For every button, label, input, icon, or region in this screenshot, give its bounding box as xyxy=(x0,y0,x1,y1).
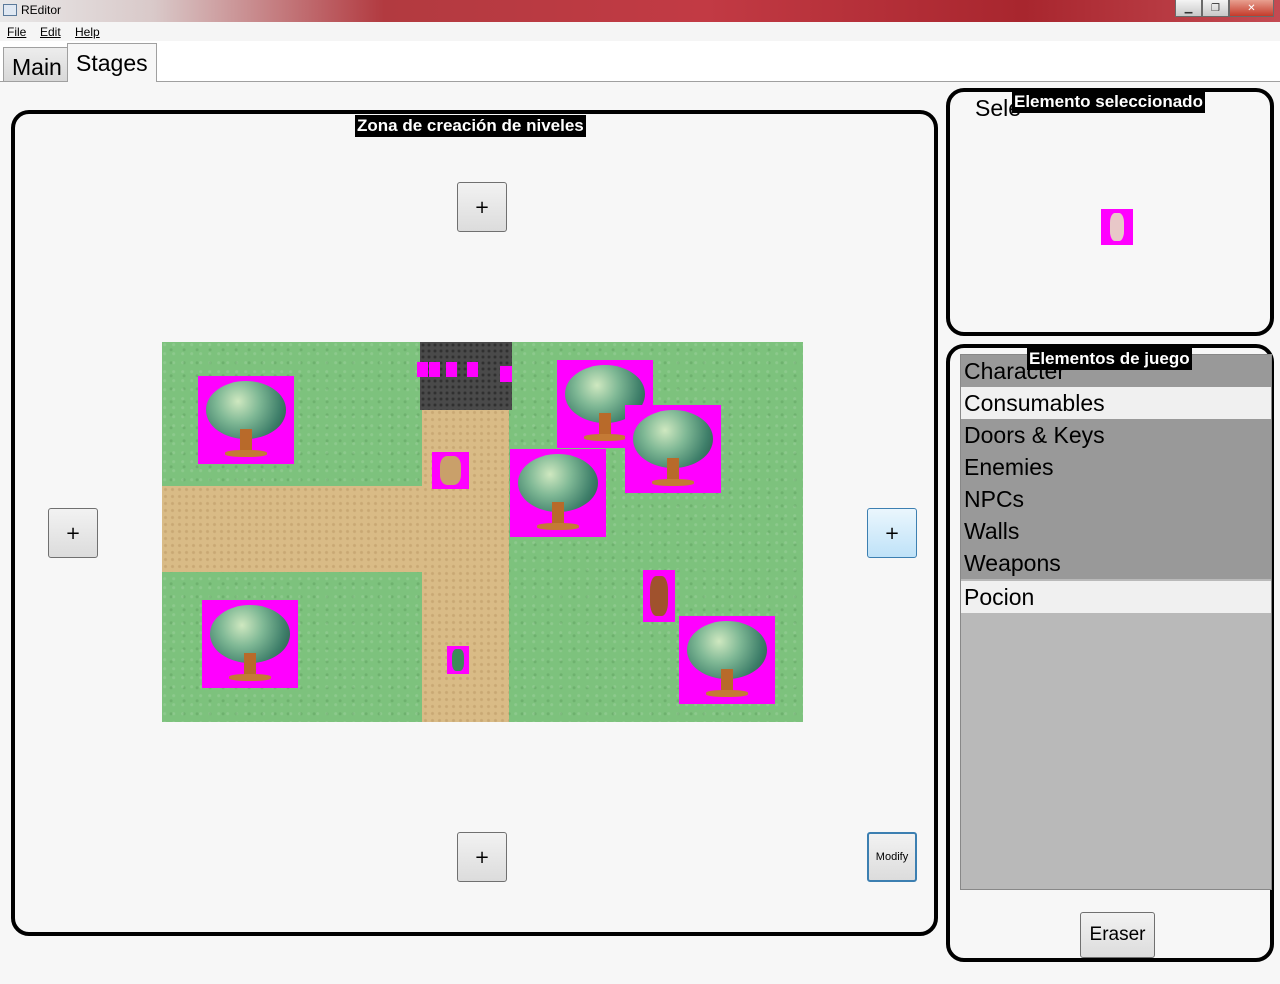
category-list: Character Consumables Doors & Keys Enemi… xyxy=(961,355,1271,579)
menubar: File Edit Help xyxy=(0,22,1280,42)
selected-potion-preview xyxy=(1101,209,1133,245)
tab-main[interactable]: Main xyxy=(3,47,71,81)
menu-edit[interactable]: Edit xyxy=(40,25,61,39)
potion-sprite[interactable] xyxy=(417,362,428,377)
elements-panel-title: Elementos de juego xyxy=(1027,348,1192,370)
category-weapons[interactable]: Weapons xyxy=(961,547,1271,579)
category-walls[interactable]: Walls xyxy=(961,515,1271,547)
add-column-left-button[interactable]: + xyxy=(48,508,98,558)
maximize-button[interactable]: ❐ xyxy=(1202,0,1229,17)
tab-bar: Main Stages xyxy=(0,41,1280,82)
tree-sprite[interactable] xyxy=(510,449,606,537)
add-row-bottom-button[interactable]: + xyxy=(457,832,507,882)
menu-file[interactable]: File xyxy=(7,25,26,39)
minimize-button[interactable]: ▁ xyxy=(1175,0,1202,17)
category-doors-keys[interactable]: Doors & Keys xyxy=(961,419,1271,451)
item-pocion[interactable]: Pocion xyxy=(961,581,1271,613)
add-column-right-button[interactable]: + xyxy=(867,508,917,558)
elements-list: Character Consumables Doors & Keys Enemi… xyxy=(960,354,1272,890)
category-enemies[interactable]: Enemies xyxy=(961,451,1271,483)
close-button[interactable]: ✕ xyxy=(1229,0,1274,17)
enemy-sprite[interactable] xyxy=(432,452,469,489)
tree-sprite[interactable] xyxy=(202,600,298,688)
tab-stages[interactable]: Stages xyxy=(67,43,157,82)
add-row-top-button[interactable]: + xyxy=(457,182,507,232)
tree-sprite[interactable] xyxy=(198,376,294,464)
level-map-canvas[interactable] xyxy=(162,342,803,722)
npc-sprite[interactable] xyxy=(447,646,469,674)
eraser-button[interactable]: Eraser xyxy=(1080,912,1155,958)
app-icon xyxy=(3,4,17,16)
window-controls: ▁ ❐ ✕ xyxy=(1175,0,1274,17)
category-consumables[interactable]: Consumables xyxy=(961,387,1271,419)
potion-sprite[interactable] xyxy=(467,362,478,377)
category-npcs[interactable]: NPCs xyxy=(961,483,1271,515)
dirt-path-vertical xyxy=(422,402,509,722)
tree-sprite[interactable] xyxy=(625,405,721,493)
menu-help[interactable]: Help xyxy=(75,25,100,39)
character-sprite[interactable] xyxy=(643,570,675,622)
potion-sprite[interactable] xyxy=(446,362,457,377)
selected-panel-title: Elemento seleccionado xyxy=(1012,91,1205,113)
tree-sprite[interactable] xyxy=(679,616,775,704)
potion-sprite[interactable] xyxy=(429,362,440,377)
potion-sprite[interactable] xyxy=(500,366,512,382)
stage-panel-title: Zona de creación de niveles xyxy=(355,115,586,137)
window-title: REditor xyxy=(21,3,62,17)
modify-button[interactable]: Modify xyxy=(867,832,917,882)
window-titlebar: REditor ▁ ❐ ✕ xyxy=(0,0,1280,22)
